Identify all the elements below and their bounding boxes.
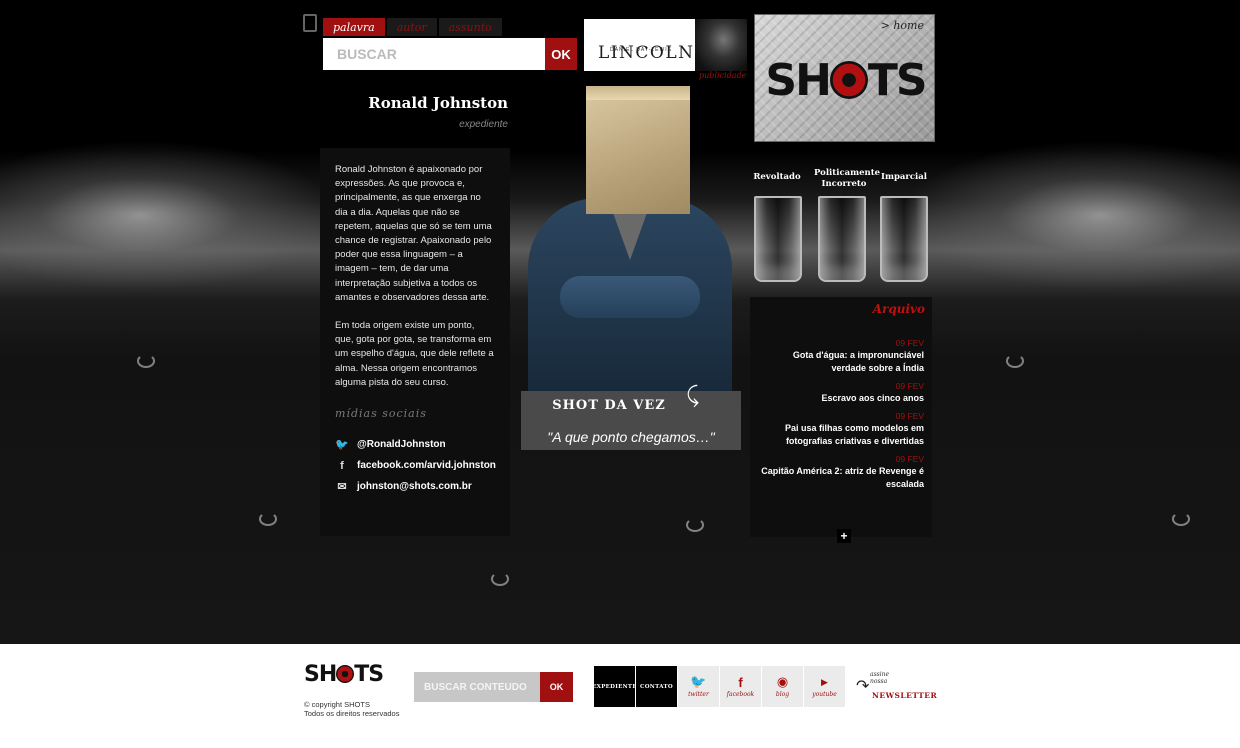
- water-drop: [1172, 512, 1190, 526]
- water-splash-right: [900, 140, 1240, 290]
- twitter-icon: 🐦: [335, 439, 349, 451]
- social-list: 🐦 @RonaldJohnston f facebook.com/arvid.j…: [335, 434, 496, 497]
- search-ok-button[interactable]: OK: [545, 38, 577, 70]
- water-splash-left: [0, 140, 340, 290]
- bio-paragraph: Ronald Johnston é apaixonado por express…: [335, 164, 492, 303]
- copyright-line: Todos os direitos reservados: [304, 709, 400, 718]
- lincoln-ad-banner[interactable]: DANIEL DAY-LEWIS LINCOLN: [584, 19, 747, 71]
- archive-date: 09 FEV: [895, 411, 924, 421]
- footer-button-label: CONTATO: [640, 683, 673, 690]
- shot-glass-politicamente-incorreto[interactable]: [818, 196, 866, 282]
- archive-item[interactable]: 09 FEV Escravo aos cinco anos: [758, 381, 924, 405]
- search-tab-assunto[interactable]: assunto: [438, 18, 502, 36]
- newsletter-small-label: assine nossa: [870, 671, 890, 685]
- footer-button-label: youtube: [812, 691, 837, 698]
- profile-name: Ronald Johnston: [368, 94, 508, 112]
- water-drop: [686, 518, 704, 532]
- home-link[interactable]: > home: [881, 19, 924, 32]
- water-drop: [1006, 354, 1024, 368]
- footer-search-input[interactable]: [414, 672, 540, 702]
- facebook-icon: f: [738, 675, 743, 690]
- logo-wordmark: SH TS: [763, 55, 928, 106]
- bio-paragraph: Em toda origem existe um ponto, que, got…: [335, 320, 494, 388]
- archive-item[interactable]: 09 FEV Capitão América 2: atriz de Reven…: [758, 454, 924, 491]
- curved-arrow-icon: ⤹: [686, 382, 700, 407]
- archive-headline: Pai usa filhas como modelos em fotografi…: [784, 423, 924, 446]
- footer-contato-button[interactable]: CONTATO: [636, 666, 677, 707]
- social-facebook-link[interactable]: f facebook.com/arvid.johnston: [335, 455, 496, 476]
- social-label: @RonaldJohnston: [357, 439, 446, 450]
- target-icon: [336, 665, 355, 683]
- shot-label-revoltado: Revoltado: [753, 172, 801, 182]
- archive-headline: Gota d'água: a impronunciável verdade so…: [792, 350, 924, 373]
- footer-button-label: twitter: [688, 691, 709, 698]
- shot-label-imparcial: Imparcial: [880, 172, 928, 182]
- water-drop: [491, 572, 509, 586]
- shot-glass-revoltado[interactable]: [754, 196, 802, 282]
- shots-logo[interactable]: > home SH TS: [754, 14, 935, 142]
- search-tabs: palavra autor assunto: [323, 18, 502, 36]
- social-label: facebook.com/arvid.johnston: [357, 460, 496, 471]
- footer-expediente-button[interactable]: EXPEDIENTE: [592, 666, 637, 707]
- blog-icon: ◉: [776, 675, 789, 690]
- footer-facebook-button[interactable]: f facebook: [720, 666, 761, 707]
- facebook-icon: f: [340, 459, 344, 472]
- water-drop: [137, 354, 155, 368]
- logo-text-right: TS: [867, 55, 928, 106]
- archive-item[interactable]: 09 FEV Pai usa filhas como modelos em fo…: [758, 411, 924, 448]
- archive-headline: Capitão América 2: atriz de Revenge é es…: [761, 466, 924, 489]
- archive-date: 09 FEV: [895, 338, 924, 348]
- water-drop: [259, 512, 277, 526]
- ad-portrait: [695, 19, 747, 71]
- ad-label: publicidade: [699, 71, 747, 80]
- social-email-link[interactable]: ✉ johnston@shots.com.br: [335, 476, 496, 497]
- archive-more-button[interactable]: +: [837, 529, 851, 543]
- featured-label: SHOT DA VEZ: [552, 398, 666, 413]
- footer-button-label: blog: [775, 691, 790, 698]
- social-title: mídias sociais: [335, 407, 427, 420]
- social-twitter-link[interactable]: 🐦 @RonaldJohnston: [335, 434, 496, 455]
- footer-youtube-button[interactable]: ▶ youtube: [804, 666, 845, 707]
- profile-subtitle[interactable]: expediente: [340, 119, 508, 130]
- archive-title: Arquivo: [872, 302, 925, 316]
- footer-logo[interactable]: SH TS: [304, 662, 384, 687]
- footer-search-ok-button[interactable]: OK: [540, 672, 573, 702]
- archive-headline: Escravo aos cinco anos: [821, 393, 924, 403]
- copyright-line: © copyright SHOTS: [304, 700, 370, 709]
- paper-bag-shape: [586, 86, 690, 214]
- ad-title: LINCOLN: [598, 43, 695, 63]
- curved-arrow-icon: ↷: [856, 678, 870, 695]
- logo-text-right: TS: [354, 662, 384, 687]
- archive-date: 09 FEV: [895, 454, 924, 464]
- shot-glass-imparcial[interactable]: [880, 196, 928, 282]
- archive-item[interactable]: 09 FEV Gota d'água: a impronunciável ver…: [758, 338, 924, 375]
- footer-twitter-button[interactable]: 🐦 twitter: [678, 666, 719, 707]
- logo-text-left: SH: [765, 55, 832, 106]
- email-icon: ✉: [337, 481, 347, 493]
- twitter-icon: 🐦: [690, 675, 707, 690]
- crossed-arms-shape: [560, 276, 700, 318]
- search-tab-autor[interactable]: autor: [386, 18, 437, 36]
- footer-blog-button[interactable]: ◉ blog: [762, 666, 803, 707]
- footer-button-label: EXPEDIENTE: [592, 683, 637, 690]
- newsletter-label: NEWSLETTER: [872, 691, 938, 700]
- featured-photo[interactable]: [520, 80, 740, 392]
- logo-text-left: SH: [304, 662, 337, 687]
- social-label: johnston@shots.com.br: [357, 481, 472, 492]
- target-icon: [829, 61, 868, 99]
- bio-text: Ronald Johnston é apaixonado por express…: [335, 163, 495, 390]
- footer-button-label: facebook: [726, 691, 755, 698]
- youtube-icon: ▶: [821, 678, 828, 688]
- footer-copyright: © copyright SHOTS Todos os direitos rese…: [304, 700, 399, 718]
- newsletter-signup-link[interactable]: ↷ assine nossa NEWSLETTER: [856, 671, 937, 702]
- shot-label-politicamente-incorreto: Politicamente Incorreto: [814, 168, 881, 189]
- featured-title-link[interactable]: "A que ponto chegamos…": [521, 429, 741, 445]
- archive-date: 09 FEV: [895, 381, 924, 391]
- search-tab-palavra[interactable]: palavra: [323, 18, 385, 36]
- shot-glass-icon: [303, 14, 317, 32]
- search-input[interactable]: [323, 38, 545, 70]
- archive-list: 09 FEV Gota d'água: a impronunciável ver…: [758, 338, 924, 497]
